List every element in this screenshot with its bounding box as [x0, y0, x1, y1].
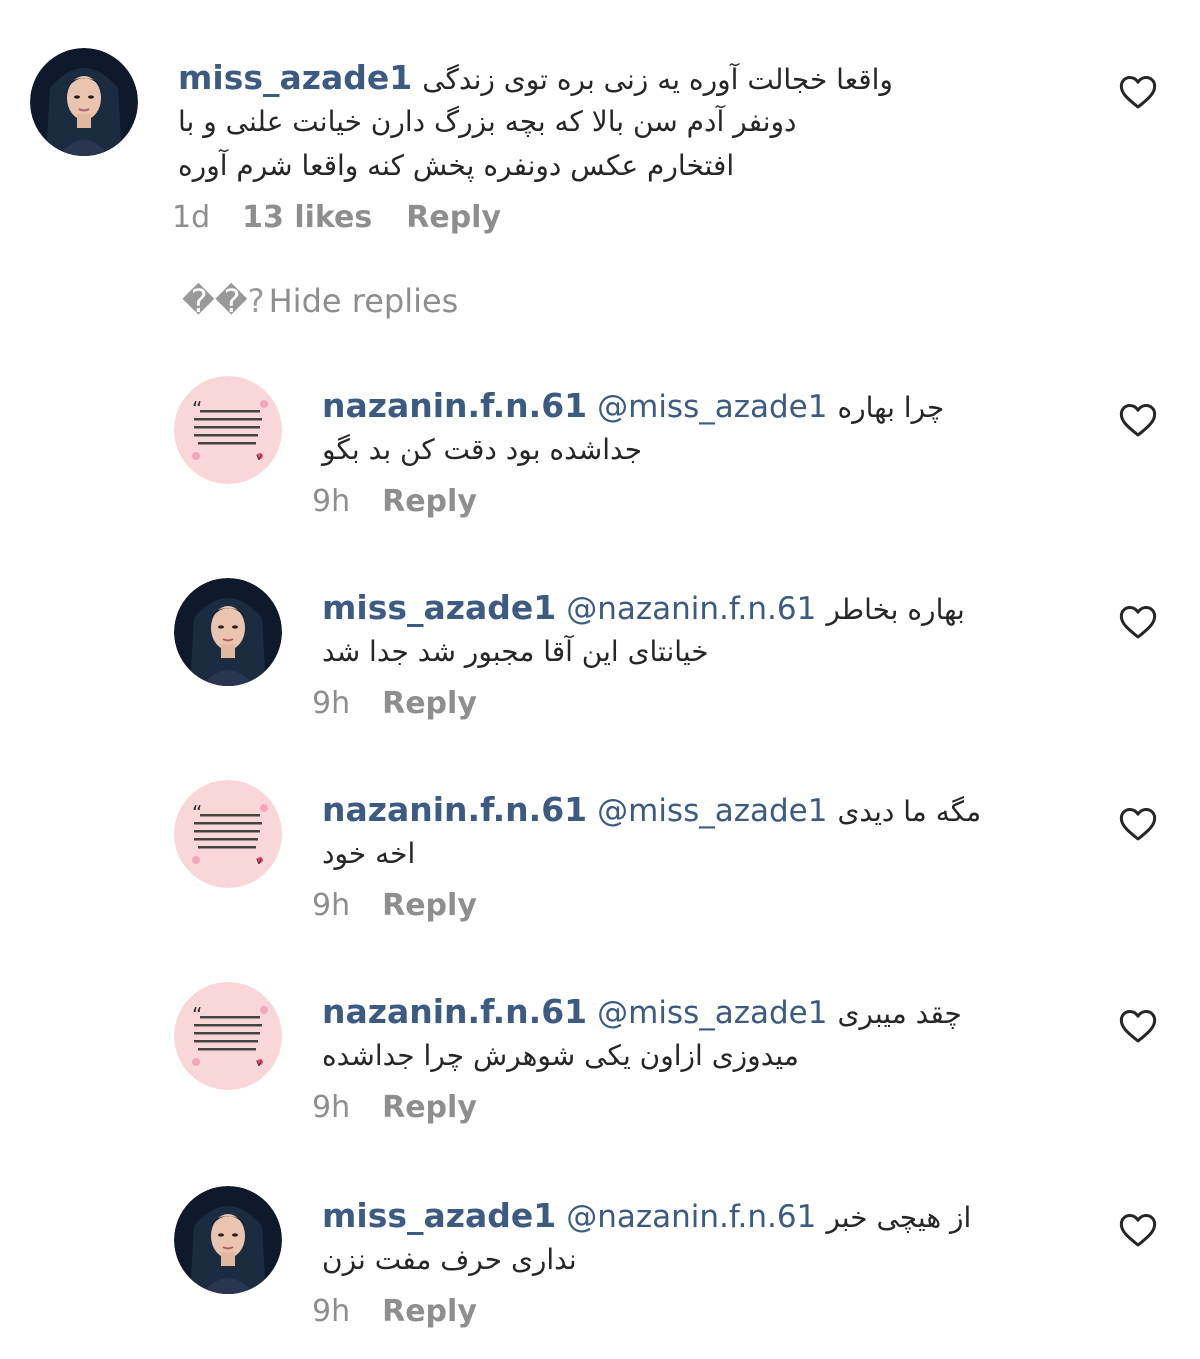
comment-text: miss_azade1 واقعا خجالت آوره یه زنی بره ت…: [178, 56, 893, 188]
reply-line: نداری حرف مفت نزن: [322, 1243, 577, 1276]
reply-username[interactable]: nazanin.f.n.61: [322, 386, 587, 425]
reply-text: nazanin.f.n.61 @miss_azade1 چقد میبری میدو…: [322, 990, 962, 1078]
reply-meta: 9h Reply: [312, 1090, 477, 1125]
heart-icon[interactable]: [1118, 804, 1158, 844]
timestamp: 9h: [312, 1294, 351, 1329]
mention-link[interactable]: @nazanin.f.n.61: [566, 1199, 816, 1235]
reply-username[interactable]: miss_azade1: [322, 1196, 556, 1235]
reply-line: مگه ما دیدی: [837, 795, 982, 828]
heart-icon[interactable]: [1118, 1210, 1158, 1250]
reply-line: چقد میبری: [837, 997, 962, 1030]
reply-meta: 9h Reply: [312, 888, 477, 923]
likes-count[interactable]: 13 likes: [242, 200, 372, 235]
heart-icon[interactable]: [1118, 602, 1158, 642]
comment-meta: 1d 13 likes Reply: [172, 200, 501, 235]
hide-replies-label: Hide replies: [268, 282, 459, 320]
avatar[interactable]: [174, 982, 282, 1090]
reply-text: nazanin.f.n.61 @miss_azade1 مگه ما دیدی اخ…: [322, 788, 981, 876]
timestamp: 9h: [312, 484, 351, 519]
avatar[interactable]: [174, 376, 282, 484]
reply-button[interactable]: Reply: [382, 1090, 477, 1125]
mention-link[interactable]: @miss_azade1: [597, 389, 827, 425]
reply-line: چرا بهاره: [837, 391, 945, 424]
reply-meta: 9h Reply: [312, 686, 477, 721]
reply-button[interactable]: Reply: [382, 686, 477, 721]
reply-text: miss_azade1 @nazanin.f.n.61 از هیچی خبر ند…: [322, 1194, 971, 1282]
reply-text: nazanin.f.n.61 @miss_azade1 چرا بهاره جداش…: [322, 384, 944, 472]
avatar[interactable]: [174, 578, 282, 686]
reply-line: اخه خود: [322, 837, 416, 870]
comment-line: افتخارم عکس دونفره پخش کنه واقعا شرم آور…: [178, 149, 735, 182]
reply-line: بهاره بخاطر: [826, 593, 965, 626]
reply-button[interactable]: Reply: [382, 888, 477, 923]
reply-username[interactable]: nazanin.f.n.61: [322, 790, 587, 829]
reply-username[interactable]: nazanin.f.n.61: [322, 992, 587, 1031]
reply-username[interactable]: miss_azade1: [322, 588, 556, 627]
timestamp: 9h: [312, 1090, 351, 1125]
reply-button[interactable]: Reply: [382, 1294, 477, 1329]
mention-link[interactable]: @miss_azade1: [597, 995, 827, 1031]
heart-icon[interactable]: [1118, 400, 1158, 440]
hide-replies-prefix: ��?: [182, 282, 265, 320]
reply-line: از هیچی خبر: [826, 1201, 972, 1234]
comment-line: واقعا خجالت آوره یه زنی بره توی زندگی: [422, 63, 893, 96]
timestamp: 1d: [172, 200, 211, 235]
timestamp: 9h: [312, 888, 351, 923]
timestamp: 9h: [312, 686, 351, 721]
avatar[interactable]: [174, 780, 282, 888]
reply-line: جداشده بود دقت کن بد بگو: [322, 433, 643, 466]
comment-line: دونفر آدم سن بالا که بچه بزرگ دارن خیانت…: [178, 105, 797, 138]
reply-button[interactable]: Reply: [382, 484, 477, 519]
heart-icon[interactable]: [1118, 72, 1158, 112]
reply-line: میدوزی ازاون یکی شوهرش چرا جداشده: [322, 1039, 799, 1072]
mention-link[interactable]: @miss_azade1: [597, 793, 827, 829]
reply-text: miss_azade1 @nazanin.f.n.61 بهاره بخاطر خی…: [322, 586, 965, 674]
heart-icon[interactable]: [1118, 1006, 1158, 1046]
hide-replies-button[interactable]: ��? Hide replies: [182, 282, 458, 320]
mention-link[interactable]: @nazanin.f.n.61: [566, 591, 816, 627]
reply-line: خیانتای این آقا مجبور شد جدا شد: [322, 635, 709, 668]
avatar[interactable]: [30, 48, 138, 156]
comment-username[interactable]: miss_azade1: [178, 58, 412, 97]
reply-meta: 9h Reply: [312, 1294, 477, 1329]
avatar[interactable]: [174, 1186, 282, 1294]
reply-meta: 9h Reply: [312, 484, 477, 519]
reply-button[interactable]: Reply: [406, 200, 501, 235]
